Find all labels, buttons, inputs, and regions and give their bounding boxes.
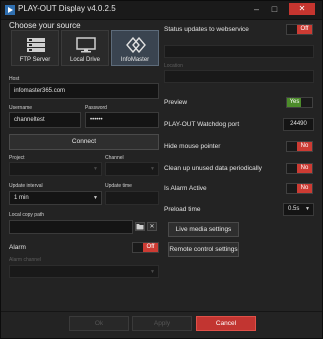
alarm-active-label: Is Alarm Active xyxy=(164,185,207,192)
apply-button[interactable]: Apply xyxy=(132,316,192,331)
update-time-input[interactable] xyxy=(105,191,159,205)
update-interval-select[interactable]: 1 min ▼ xyxy=(9,191,102,205)
source-label: InfoMaster xyxy=(120,57,150,63)
clear-path-icon[interactable]: ✕ xyxy=(147,222,157,231)
update-interval-label: Update interval xyxy=(9,183,43,189)
cleanup-toggle-value: No xyxy=(297,164,312,173)
preview-label: Preview xyxy=(164,99,188,106)
footer-divider xyxy=(1,311,322,312)
preload-label: Preload time xyxy=(164,206,201,213)
folder-icon[interactable] xyxy=(135,222,145,231)
source-heading: Choose your source xyxy=(9,21,81,30)
update-time-label: Update time xyxy=(105,183,132,189)
chevron-down-icon: ▼ xyxy=(150,166,155,172)
update-interval-value: 1 min xyxy=(14,195,29,201)
host-label: Host xyxy=(9,76,20,82)
chevron-down-icon: ▼ xyxy=(305,206,310,212)
remote-control-settings-button[interactable]: Remote control settings xyxy=(168,242,239,257)
alarm-label: Alarm xyxy=(9,244,26,251)
chevron-down-icon: ▼ xyxy=(150,269,155,275)
webservice-url-input[interactable] xyxy=(164,45,314,58)
preload-select[interactable]: 0.5s ▼ xyxy=(283,203,314,216)
source-label: FTP Server xyxy=(19,57,51,63)
alarm-toggle[interactable]: Off xyxy=(132,242,159,253)
alarm-active-toggle-value: No xyxy=(297,184,312,193)
preview-toggle-value: Yes xyxy=(287,98,302,107)
preload-value: 0.5s xyxy=(288,206,300,212)
maximize-icon[interactable]: □ xyxy=(267,3,282,15)
app-window: PLAY-OUT Display v4.0.2.5 – □ ✕ Choose y… xyxy=(0,0,323,339)
source-label: Local Drive xyxy=(69,57,100,63)
host-input[interactable]: infomaster365.com xyxy=(9,83,159,99)
source-ftp-server[interactable]: FTP Server xyxy=(11,30,59,66)
channel-label: Channel xyxy=(105,155,124,161)
alarm-channel-label: Alarm channel xyxy=(9,257,41,263)
server-icon xyxy=(27,38,45,52)
watchdog-port-label: PLAY-OUT Watchdog port xyxy=(164,121,240,128)
password-label: Password xyxy=(85,105,107,111)
ok-button[interactable]: Ok xyxy=(69,316,129,331)
window-title: PLAY-OUT Display v4.0.2.5 xyxy=(18,4,116,13)
cancel-button[interactable]: Cancel xyxy=(196,316,256,331)
hide-mouse-label: Hide mouse pointer xyxy=(164,143,221,150)
cleanup-label: Clean up unused data periodically xyxy=(164,165,262,172)
alarm-channel-select[interactable]: ▼ xyxy=(9,265,159,278)
source-local-drive[interactable]: Local Drive xyxy=(61,30,109,66)
hide-mouse-toggle[interactable]: No xyxy=(286,141,313,152)
preview-toggle[interactable]: Yes xyxy=(286,97,313,108)
toggle-knob xyxy=(301,98,312,107)
monitor-icon xyxy=(76,37,96,53)
status-updates-label: Status updates to webservice xyxy=(164,26,249,33)
close-icon[interactable]: ✕ xyxy=(289,3,315,15)
status-updates-toggle-value: Off xyxy=(297,25,312,34)
folder-glyph xyxy=(136,224,144,230)
location-input[interactable] xyxy=(164,70,314,83)
app-icon xyxy=(5,5,15,15)
minimize-icon[interactable]: – xyxy=(249,3,264,15)
live-media-settings-button[interactable]: Live media settings xyxy=(168,222,239,237)
channel-select[interactable]: ▼ xyxy=(105,162,159,176)
connect-button[interactable]: Connect xyxy=(9,134,159,150)
source-infomaster[interactable]: InfoMaster xyxy=(111,30,159,66)
chevron-down-icon: ▼ xyxy=(93,166,98,172)
location-label: Location xyxy=(164,63,183,69)
title-bar: PLAY-OUT Display v4.0.2.5 – □ ✕ xyxy=(1,1,322,20)
watchdog-port-input[interactable]: 24490 xyxy=(283,118,314,131)
status-updates-toggle[interactable]: Off xyxy=(286,24,313,35)
local-copy-path-label: Local copy path xyxy=(9,212,45,218)
username-label: Username xyxy=(9,105,33,111)
local-copy-path-input[interactable] xyxy=(9,220,133,234)
alarm-toggle-value: Off xyxy=(143,243,158,252)
cleanup-toggle[interactable]: No xyxy=(286,163,313,174)
username-input[interactable]: channeltest xyxy=(9,112,81,128)
alarm-active-toggle[interactable]: No xyxy=(286,183,313,194)
project-label: Project xyxy=(9,155,25,161)
project-select[interactable]: ▼ xyxy=(9,162,102,176)
password-input[interactable]: •••••• xyxy=(85,112,159,128)
chevron-down-icon: ▼ xyxy=(93,195,98,201)
infomaster-icon xyxy=(126,37,146,53)
hide-mouse-toggle-value: No xyxy=(297,142,312,151)
